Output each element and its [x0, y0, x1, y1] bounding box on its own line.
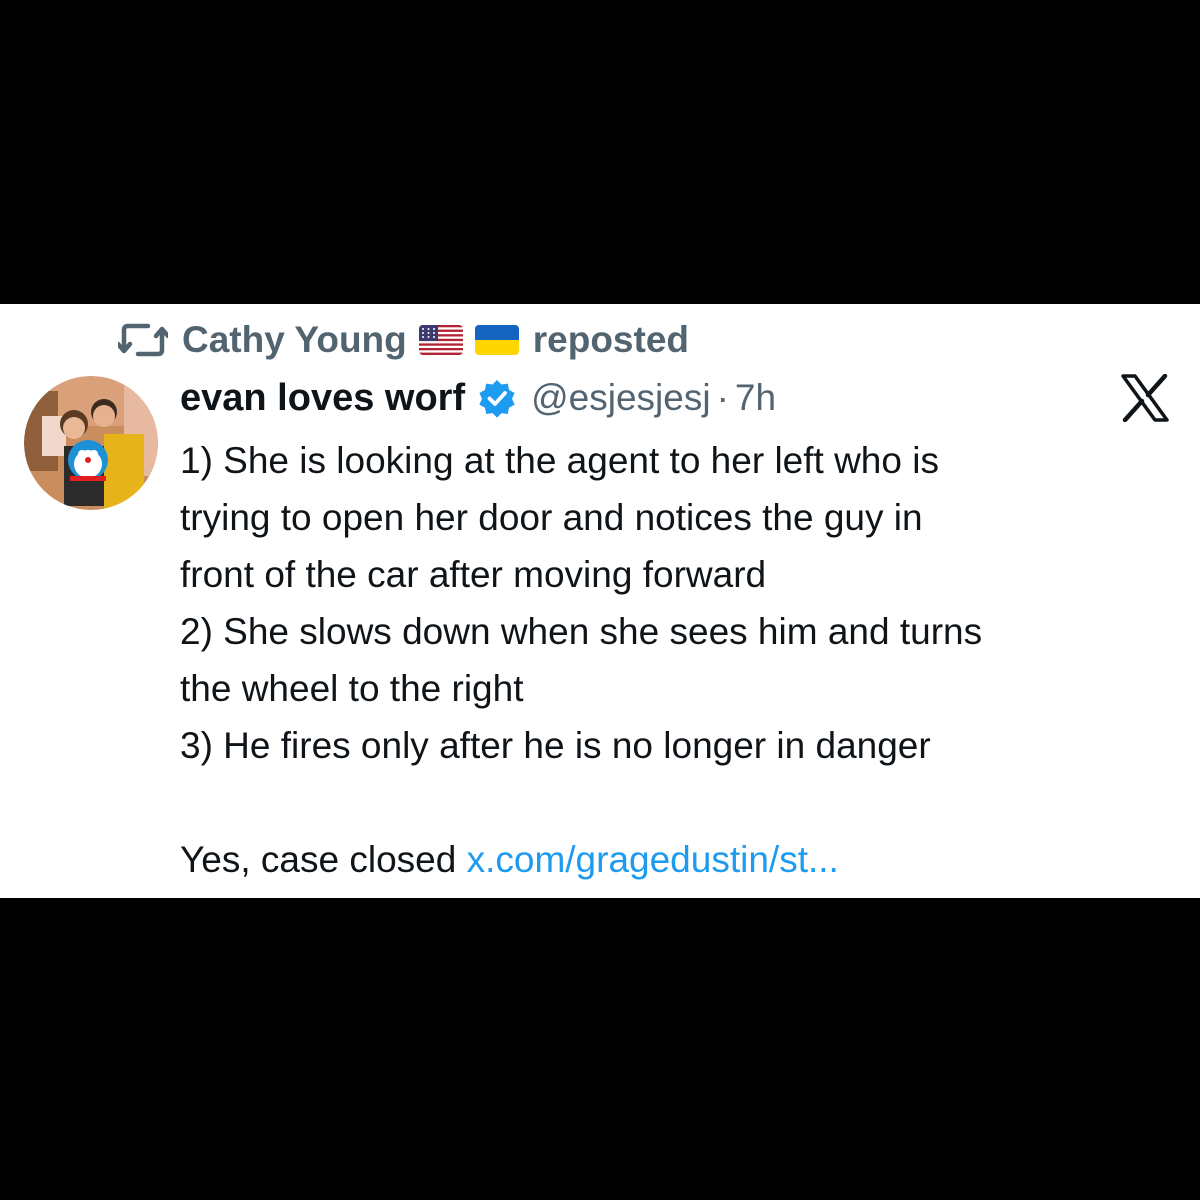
author-display-name[interactable]: evan loves worf	[180, 377, 465, 420]
tweet-text-line: 1) She is looking at the agent to her le…	[180, 440, 939, 481]
repost-label: reposted	[532, 319, 690, 360]
avatar[interactable]	[24, 376, 158, 510]
tweet-header: evan loves worf @esjesjesj · 7h	[180, 372, 776, 424]
x-logo-icon	[1121, 374, 1169, 422]
tweet-timestamp[interactable]: 7h	[735, 377, 776, 419]
tweet-text: 1) She is looking at the agent to her le…	[180, 432, 1180, 888]
tweet-card[interactable]: Cathy Young reposted evan loves worf @es…	[0, 304, 1200, 898]
reposter-name[interactable]: Cathy Young	[182, 319, 407, 361]
repost-icon	[118, 323, 168, 357]
tweet-text-line: 2) She slows down when she sees him and …	[180, 611, 983, 652]
tweet-link[interactable]: x.com/gragedustin/st...	[467, 839, 839, 880]
us-flag-icon	[418, 325, 463, 355]
closing-text: Yes, case closed	[180, 839, 467, 880]
separator-dot: ·	[716, 377, 729, 418]
tweet-text-line: the wheel to the right	[180, 668, 524, 709]
screenshot-frame: Cathy Young reposted evan loves worf @es…	[0, 0, 1200, 1200]
repost-context: Cathy Young reposted	[118, 314, 689, 366]
tweet-text-line: 3) He fires only after he is no longer i…	[180, 725, 931, 766]
author-handle[interactable]: @esjesjesj	[531, 377, 710, 419]
tweet-closing-line: Yes, case closed x.com/gragedustin/st...	[180, 831, 1180, 888]
ukraine-flag-icon	[474, 325, 519, 355]
tweet-text-line: front of the car after moving forward	[180, 554, 767, 595]
verified-badge-icon	[479, 380, 515, 418]
tweet-text-line: trying to open her door and notices the …	[180, 497, 923, 538]
